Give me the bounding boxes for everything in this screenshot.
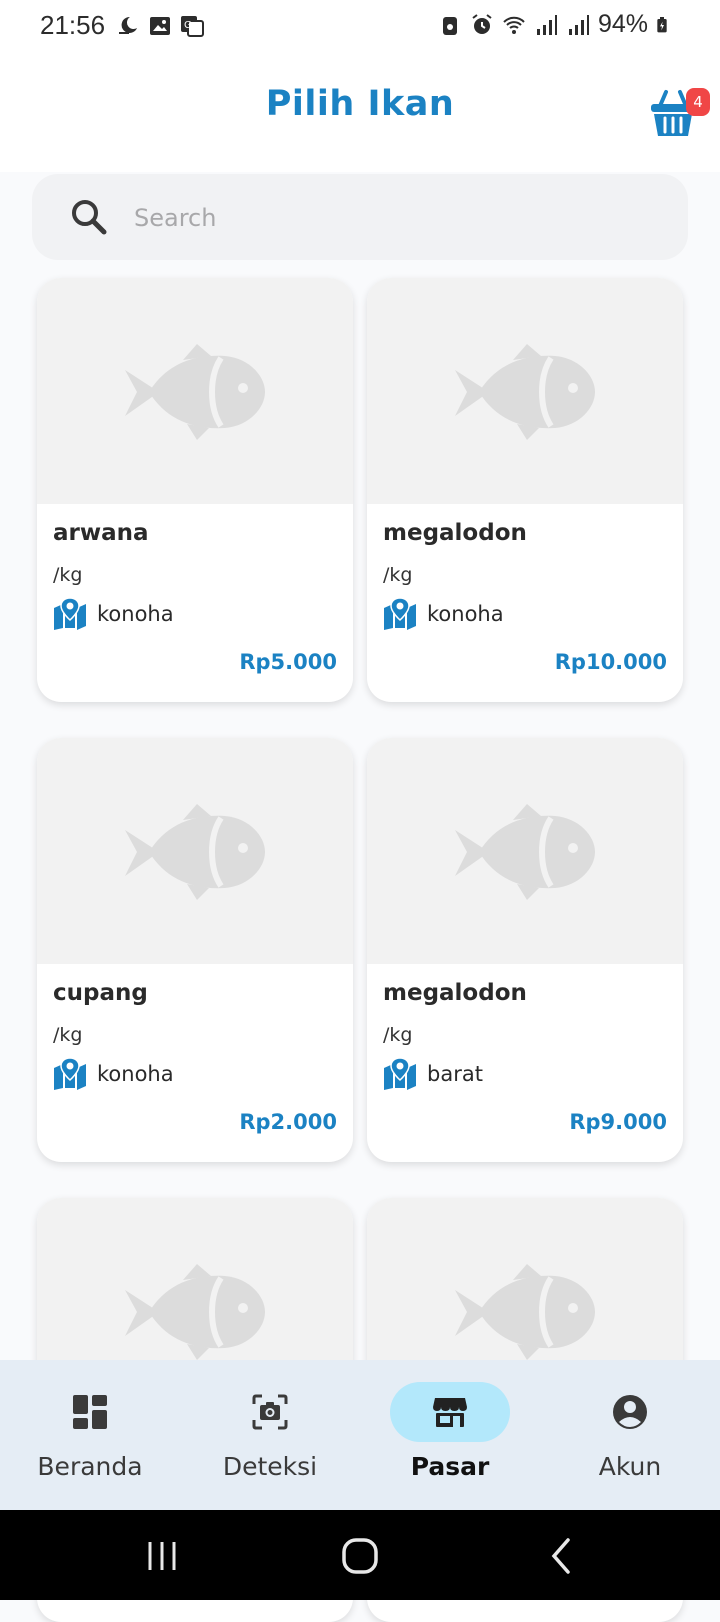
svg-text:G: G [184,20,192,31]
product-image [37,738,353,964]
image-icon [150,17,170,35]
fish-icon [121,1262,267,1362]
product-unit: /kg [383,1024,413,1046]
location-label: konoha [427,602,504,626]
product-image [367,278,683,504]
location-label: barat [427,1062,483,1086]
product-image [367,738,683,964]
fish-icon [451,802,597,902]
search-bar[interactable] [32,174,688,260]
map-pin-icon [383,1058,417,1090]
moon-icon [119,16,137,34]
product-price: Rp9.000 [569,1110,667,1134]
home-icon[interactable] [338,1534,382,1578]
alarm-icon [472,13,492,34]
product-name: cupang [53,980,148,1006]
product-unit: /kg [53,564,83,586]
system-navigation-bar [0,1510,720,1600]
product-unit: /kg [53,1024,83,1046]
fish-icon [451,1262,597,1362]
nav-label: Beranda [37,1452,143,1481]
product-name: megalodon [383,980,527,1006]
battery-percent: 94% [597,10,648,38]
product-unit: /kg [383,564,413,586]
product-location: konoha [383,598,504,630]
camera-scan-icon [252,1394,288,1430]
fish-icon [121,802,267,902]
bottom-navigation: Beranda Deteksi Pasar Akun [0,1360,720,1510]
product-location: konoha [53,1058,174,1090]
status-bar: 21:56 G 94% [0,0,720,52]
product-name: arwana [53,520,149,546]
nav-label: Deteksi [222,1452,318,1481]
search-input[interactable] [132,194,656,242]
nav-item-deteksi[interactable]: Deteksi [180,1360,360,1510]
translate-icon: G [181,16,204,37]
nav-label: Akun [598,1452,662,1481]
location-label: konoha [97,1062,174,1086]
product-card[interactable]: megalodon /kg konoha Rp10.000 [367,278,683,702]
page-title: Pilih Ikan [265,84,455,124]
signal-icon [536,14,557,35]
product-card[interactable]: arwana /kg konoha Rp5.000 [37,278,353,702]
product-name: megalodon [383,520,527,546]
store-icon [433,1398,467,1427]
account-icon [613,1395,647,1429]
recent-apps-icon[interactable] [140,1534,184,1578]
battery-icon [657,16,667,32]
search-icon [72,200,107,235]
status-time: 21:56 [40,10,106,40]
product-location: barat [383,1058,483,1090]
cart-button[interactable]: 4 [650,86,710,142]
nav-item-akun[interactable]: Akun [540,1360,720,1510]
location-label: konoha [97,602,174,626]
app-bar: Pilih Ikan 4 [0,52,720,172]
wifi-icon [503,16,525,34]
product-price: Rp5.000 [239,650,337,674]
status-right: 94% [438,10,672,39]
product-image [37,278,353,504]
fish-icon [451,342,597,442]
signal-icon [568,14,589,35]
product-price: Rp10.000 [554,650,667,674]
cart-badge: 4 [686,88,710,116]
nav-label: Pasar [410,1452,490,1481]
nav-item-beranda[interactable]: Beranda [0,1360,180,1510]
product-card[interactable]: cupang /kg konoha Rp2.000 [37,738,353,1162]
map-pin-icon [53,598,87,630]
map-pin-icon [383,598,417,630]
dashboard-icon [73,1395,107,1429]
product-price: Rp2.000 [239,1110,337,1134]
lock-icon [442,16,457,35]
nav-item-pasar[interactable]: Pasar [360,1360,540,1510]
product-card[interactable]: megalodon /kg barat Rp9.000 [367,738,683,1162]
product-location: konoha [53,598,174,630]
fish-icon [121,342,267,442]
status-left-icons: G [116,14,204,38]
back-icon[interactable] [540,1534,584,1578]
map-pin-icon [53,1058,87,1090]
